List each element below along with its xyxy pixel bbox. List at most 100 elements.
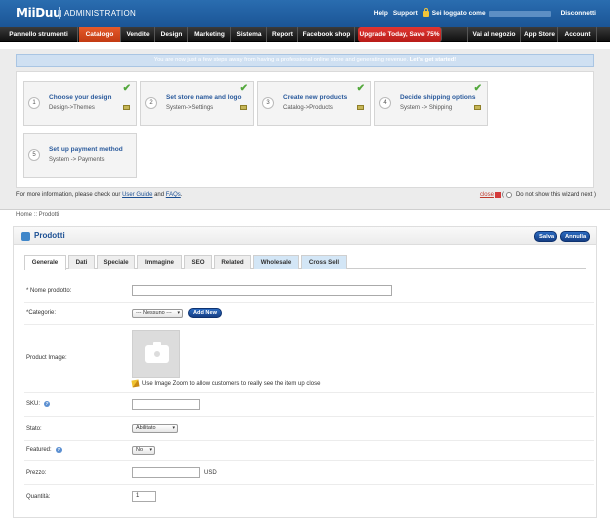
product-panel: Prodotti Salva Annulla Generale Dati Spe… [13, 226, 597, 518]
product-image-upload[interactable] [132, 330, 180, 378]
tab-bar: Generale Dati Speciale Immagine SEO Rela… [24, 255, 586, 270]
check-icon: ✔ [356, 83, 365, 94]
step-path: System->Settings [166, 105, 214, 111]
chevron-down-icon: ▾ [177, 310, 180, 316]
sku-label-wrap: SKU: ? [26, 401, 51, 407]
check-icon: ✔ [122, 83, 131, 94]
panel-header: Prodotti Salva Annulla [14, 227, 596, 245]
nav-report[interactable]: Report [268, 27, 298, 42]
book-icon[interactable] [123, 105, 130, 110]
image-zoom-note: Use Image Zoom to allow customers to rea… [131, 379, 320, 388]
step-number: 3 [262, 97, 274, 109]
logged-as-label: Sei loggato come [431, 10, 486, 17]
wizard-step-1[interactable]: 1 Choose your design Design->Themes ✔ [23, 81, 137, 126]
nav-account[interactable]: Account [559, 27, 597, 42]
sku-input[interactable] [132, 399, 200, 410]
sku-row: SKU: ? [24, 393, 594, 417]
logo[interactable]: MiiDuu [16, 6, 62, 20]
category-row: *Categorie: --- Nessuno --- ▾ Add New [24, 303, 594, 325]
more-info-prefix: For more information, please check our [16, 192, 121, 198]
period: . [180, 192, 183, 198]
and-text: and [154, 192, 165, 198]
step-number: 2 [145, 97, 157, 109]
wizard-step-3[interactable]: 3 Create new products Catalog->Products … [257, 81, 371, 126]
main-nav: Pannello strumenti Catalogo Vendite Desi… [0, 27, 610, 42]
check-icon: ✔ [473, 83, 482, 94]
help-icon[interactable]: ? [44, 401, 51, 407]
wizard-step-4[interactable]: 4 Decide shipping options System -> Ship… [374, 81, 488, 126]
add-category-button[interactable]: Add New [188, 308, 222, 318]
book-icon[interactable] [357, 105, 364, 110]
tab-cross-sell[interactable]: Cross Sell [301, 255, 347, 269]
support-link[interactable]: Support [393, 10, 418, 17]
tab-image[interactable]: Immagine [137, 255, 182, 269]
tab-data[interactable]: Dati [68, 255, 95, 269]
nav-marketing[interactable]: Marketing [189, 27, 231, 42]
featured-select[interactable]: No ▾ [132, 446, 155, 455]
book-icon[interactable] [474, 105, 481, 110]
nav-app-store[interactable]: App Store [522, 27, 558, 42]
category-select[interactable]: --- Nessuno --- ▾ [132, 309, 183, 318]
help-link[interactable]: Help [374, 10, 388, 17]
step-title: Choose your design [49, 94, 112, 101]
username-redacted [488, 10, 551, 17]
step-path: Catalog->Products [283, 105, 333, 111]
tab-related[interactable]: Related [214, 255, 251, 269]
page-title: Prodotti [34, 231, 65, 240]
tab-wholesale[interactable]: Wholesale [253, 255, 299, 269]
save-button[interactable]: Salva [534, 231, 557, 242]
faqs-link[interactable]: FAQs [166, 192, 181, 198]
tab-seo[interactable]: SEO [184, 255, 212, 269]
step-number: 5 [28, 149, 40, 161]
wizard-step-5[interactable]: 5 Set up payment method System -> Paymen… [23, 133, 137, 178]
price-row: Prezzo: USD [24, 461, 594, 485]
dont-show-checkbox[interactable] [505, 192, 512, 198]
sku-label: SKU: [26, 401, 41, 407]
upgrade-button[interactable]: Upgrade Today, Save 75% [358, 27, 442, 42]
price-input[interactable] [132, 467, 200, 478]
category-value: --- Nessuno --- [136, 310, 172, 316]
featured-label: Featured: [26, 447, 52, 453]
user-menu: Help Support Sei loggato come Disconnett… [369, 7, 596, 17]
breadcrumb: Home :: Prodotti [16, 212, 60, 218]
close-wizard-link[interactable]: close [480, 192, 494, 198]
help-icon[interactable]: ? [55, 447, 62, 453]
nav-design[interactable]: Design [156, 27, 188, 42]
check-icon: ✔ [239, 83, 248, 94]
featured-value: No [136, 447, 144, 453]
nav-dashboard[interactable]: Pannello strumenti [0, 27, 78, 42]
step-title: Set up payment method [49, 146, 123, 153]
quantity-input[interactable]: 1 [132, 491, 156, 502]
nav-catalog[interactable]: Catalogo [79, 27, 121, 42]
step-title: Set store name and logo [166, 94, 242, 101]
wizard-steps: 1 Choose your design Design->Themes ✔ 2 … [16, 71, 594, 188]
banner-strong: Let's get started! [409, 57, 457, 63]
wizard-close-controls: close ( Do not show this wizard next ) [480, 192, 596, 198]
quantity-row: Quantità: 1 [24, 485, 594, 509]
user-guide-link[interactable]: User Guide [122, 192, 152, 198]
tab-general[interactable]: Generale [24, 255, 66, 270]
logout-link[interactable]: Disconnetti [561, 10, 596, 17]
puzzle-icon [21, 232, 30, 241]
book-icon[interactable] [240, 105, 247, 110]
nav-go-to-store[interactable]: Vai al negozio [467, 27, 521, 42]
status-select[interactable]: Abilitato ▾ [132, 424, 178, 433]
nav-facebook-shop[interactable]: Facebook shop [299, 27, 355, 42]
lock-icon [422, 7, 429, 17]
step-title: Decide shipping options [400, 94, 476, 101]
cancel-button[interactable]: Annulla [560, 231, 590, 242]
info-banner: You are now just a few steps away from h… [16, 54, 594, 67]
wizard-step-2[interactable]: 2 Set store name and logo System->Settin… [140, 81, 254, 126]
more-info-text: For more information, please check our U… [16, 192, 182, 198]
product-name-input[interactable] [132, 285, 392, 296]
status-label: Stato: [26, 426, 42, 432]
nav-system[interactable]: Sistema [232, 27, 267, 42]
image-row: Product Image: Use Image Zoom to allow c… [24, 325, 594, 393]
tab-special[interactable]: Speciale [97, 255, 135, 269]
gift-icon [494, 192, 501, 198]
nav-sales[interactable]: Vendite [122, 27, 155, 42]
step-title: Create new products [283, 94, 348, 101]
banner-text: You are now just a few steps away from h… [153, 57, 409, 63]
quantity-label: Quantità: [26, 494, 51, 500]
chevron-down-icon: ▾ [149, 447, 152, 453]
